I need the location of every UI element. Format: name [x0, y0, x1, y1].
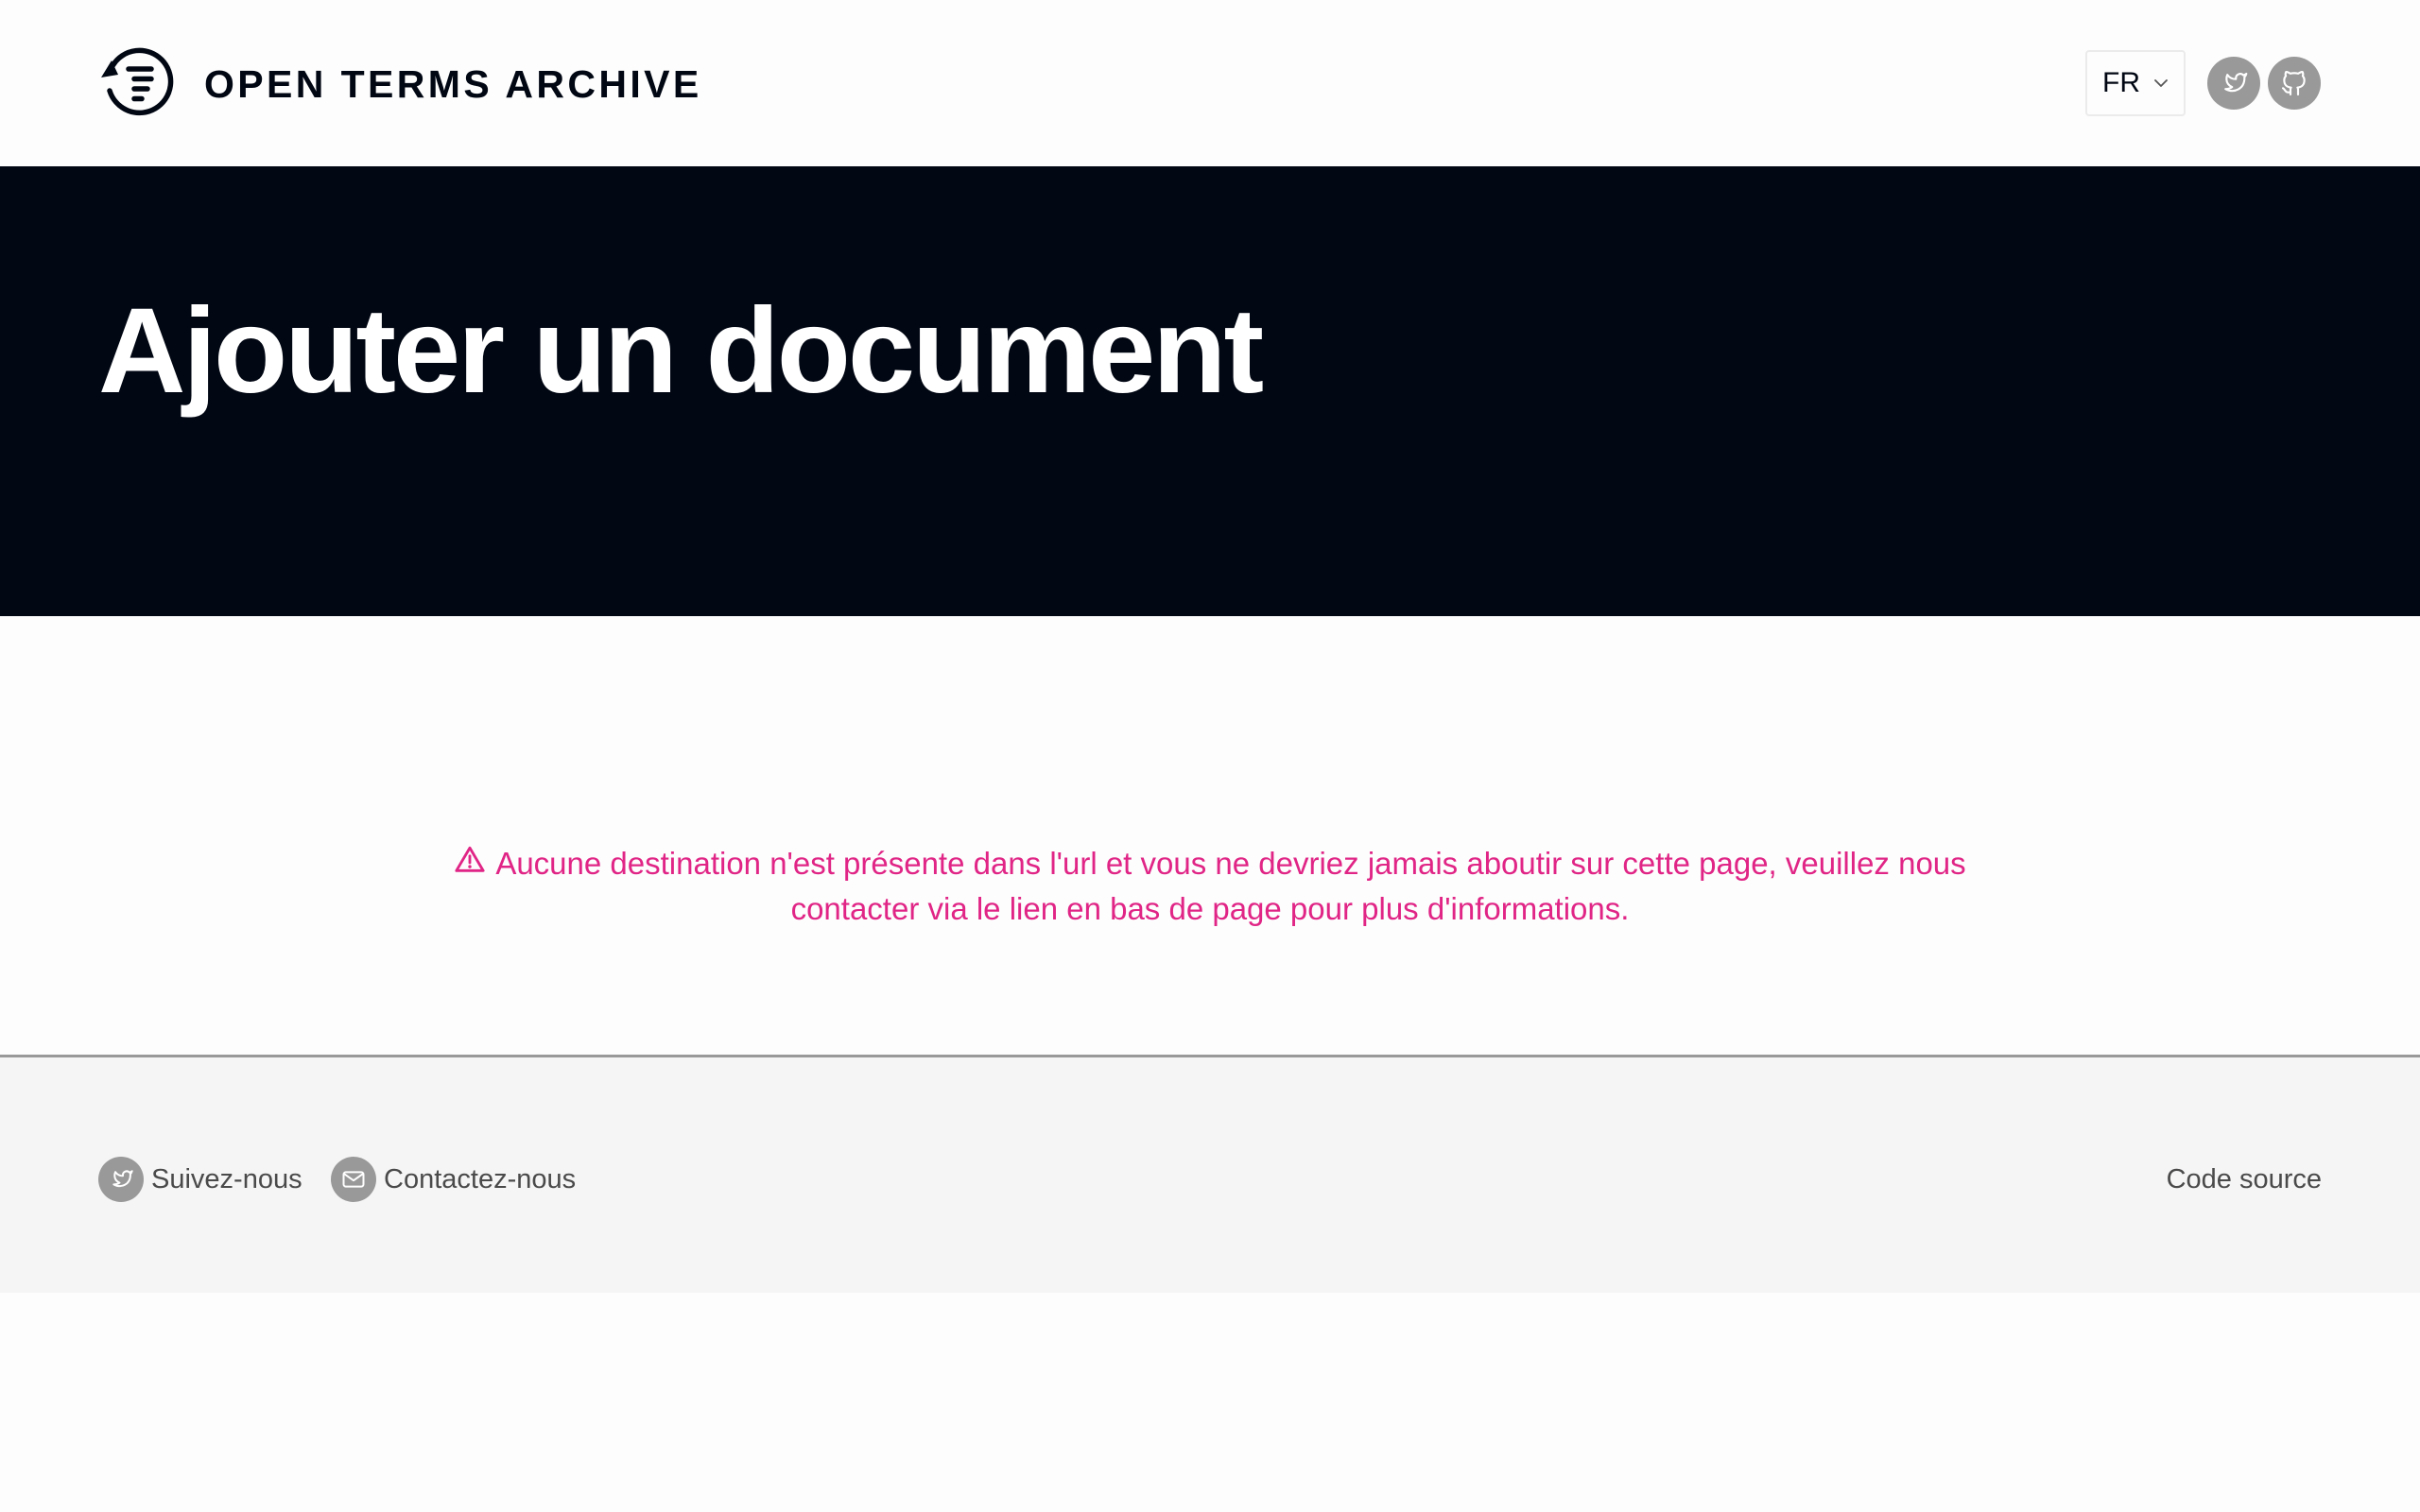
github-icon [2281, 71, 2306, 96]
logo-text: OPEN TERMS ARCHIVE [204, 61, 702, 106]
hero-banner: Ajouter un document [0, 166, 2420, 616]
github-button[interactable] [2268, 57, 2321, 110]
warning-triangle-icon [455, 846, 485, 872]
follow-us-label: Suivez-nous [151, 1163, 302, 1194]
site-logo-link[interactable]: OPEN TERMS ARCHIVE [98, 43, 702, 125]
twitter-icon [2224, 72, 2248, 93]
contact-us-label: Contactez-nous [384, 1163, 577, 1194]
main-content: Aucune destination n'est présente dans l… [0, 616, 2420, 1057]
site-footer: Suivez-nous Contactez-nous Code source [0, 1055, 2420, 1293]
twitter-icon [98, 1157, 144, 1202]
contact-us-link[interactable]: Contactez-nous [331, 1157, 576, 1202]
open-terms-archive-logo-icon [101, 47, 174, 116]
mail-icon [331, 1157, 376, 1202]
language-selected-value: FR [2102, 67, 2140, 98]
language-select[interactable]: FR [2085, 50, 2186, 116]
page-title: Ajouter un document [98, 284, 1264, 419]
alert-message: Aucune destination n'est présente dans l… [495, 846, 1966, 926]
site-header: OPEN TERMS ARCHIVE FR [0, 0, 2420, 166]
twitter-button[interactable] [2207, 57, 2260, 110]
follow-us-link[interactable]: Suivez-nous [98, 1157, 302, 1202]
source-code-link[interactable]: Code source [2167, 1164, 2322, 1195]
error-alert: Aucune destination n'est présente dans l… [406, 841, 2014, 932]
chevron-down-icon [2154, 79, 2168, 87]
